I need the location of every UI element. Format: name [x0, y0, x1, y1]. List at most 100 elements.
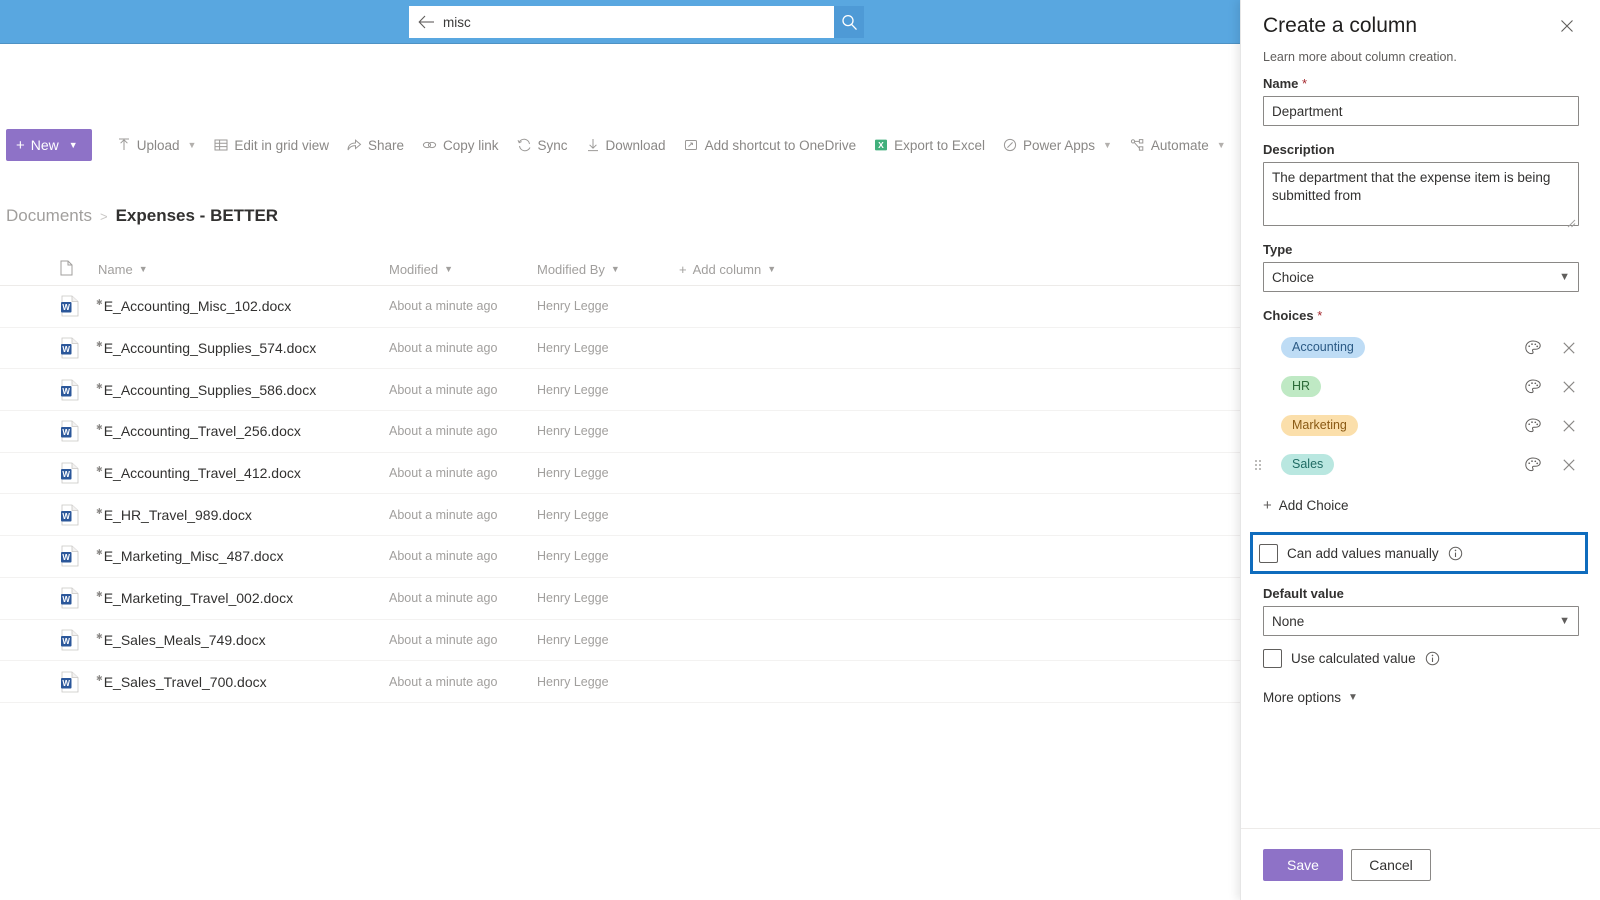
table-row[interactable]: W ✱ E_Accounting_Travel_412.docx About a m…: [0, 453, 1240, 495]
info-icon[interactable]: [1425, 651, 1440, 666]
choice-pill[interactable]: HR: [1281, 375, 1322, 398]
add-column-button[interactable]: + Add column ▼: [679, 262, 776, 277]
can-add-values-manually-checkbox[interactable]: [1259, 543, 1278, 563]
cmd-export-to-excel[interactable]: X Export to Excel: [865, 129, 994, 161]
file-name-text: E_Marketing_Misc_487.docx: [103, 548, 284, 565]
table-row[interactable]: W ✱ E_Accounting_Supplies_586.docx About a…: [0, 369, 1240, 412]
cancel-button[interactable]: Cancel: [1351, 848, 1431, 881]
file-name-link[interactable]: ✱ E_Accounting_Travel_256.docx: [96, 423, 301, 439]
resize-grip-icon[interactable]: [1567, 215, 1576, 228]
cmd-add-shortcut-to-onedrive[interactable]: Add shortcut to OneDrive: [675, 129, 866, 161]
palette-icon[interactable]: [1523, 338, 1543, 358]
cmd-share-label: Share: [367, 137, 404, 153]
cmd-copy-link[interactable]: Copy link: [413, 129, 508, 161]
file-modified: About a minute ago: [389, 382, 498, 397]
file-name-link[interactable]: ✱ E_Accounting_Supplies_586.docx: [96, 382, 316, 398]
description-label: Description: [1263, 142, 1335, 157]
palette-icon[interactable]: [1523, 416, 1543, 436]
remove-choice-icon[interactable]: [1559, 338, 1579, 358]
chevron-down-icon: ▼: [610, 264, 620, 274]
breadcrumb-current[interactable]: Expenses - BETTER: [116, 206, 279, 226]
save-button[interactable]: Save: [1263, 848, 1343, 881]
file-modified-by[interactable]: Henry Legge: [537, 424, 609, 438]
table-row[interactable]: W ✱ E_Marketing_Misc_487.docx About a minu…: [0, 536, 1240, 578]
cmd-power-apps[interactable]: Power Apps ▼: [994, 129, 1121, 161]
palette-icon[interactable]: [1523, 455, 1543, 475]
use-calculated-value-row[interactable]: Use calculated value: [1241, 644, 1600, 672]
use-calculated-value-checkbox[interactable]: [1263, 648, 1282, 668]
table-row[interactable]: W ✱ E_HR_Travel_989.docx About a minute ag…: [0, 494, 1240, 537]
word-file-icon: W: [60, 545, 80, 567]
file-name-link[interactable]: ✱ E_Sales_Travel_700.docx: [96, 674, 267, 690]
choice-pill[interactable]: Marketing: [1281, 414, 1358, 437]
file-name-link[interactable]: ✱ E_Accounting_Travel_412.docx: [96, 465, 301, 481]
breadcrumb-root[interactable]: Documents: [6, 206, 92, 226]
table-row[interactable]: W ✱ E_Accounting_Travel_256.docx About a m…: [0, 411, 1240, 453]
search-input[interactable]: misc: [443, 15, 834, 30]
palette-icon[interactable]: [1523, 377, 1543, 397]
cmd-upload[interactable]: Upload ▼: [108, 129, 206, 161]
table-row[interactable]: W ✱ E_Accounting_Supplies_574.docx About a…: [0, 328, 1240, 370]
can-add-values-manually-row[interactable]: Can add values manually: [1259, 540, 1579, 566]
file-name-link[interactable]: ✱ E_Sales_Meals_749.docx: [96, 632, 266, 648]
file-modified-by[interactable]: Henry Legge: [537, 591, 609, 605]
column-header-name-label: Name: [98, 261, 133, 277]
file-name-link[interactable]: ✱ E_Marketing_Travel_002.docx: [96, 590, 293, 606]
search-button[interactable]: [834, 6, 864, 38]
new-button[interactable]: + New ▼: [6, 129, 92, 161]
svg-text:W: W: [62, 387, 70, 396]
cmd-automate[interactable]: Automate ▼: [1121, 129, 1235, 161]
add-choice-button[interactable]: + Add Choice: [1241, 492, 1600, 518]
file-modified-by[interactable]: Henry Legge: [537, 633, 609, 647]
upload-icon: [117, 138, 131, 152]
cmd-edit-in-grid-view[interactable]: Edit in grid view: [205, 129, 338, 161]
column-header-name[interactable]: Name ▼: [98, 262, 148, 277]
remove-choice-icon[interactable]: [1559, 416, 1579, 436]
file-modified-by[interactable]: Henry Legge: [537, 299, 609, 313]
file-name-link[interactable]: ✱ E_HR_Travel_989.docx: [96, 507, 252, 523]
table-row[interactable]: W ✱ E_Sales_Travel_700.docx About a minute…: [0, 661, 1240, 703]
file-modified-by[interactable]: Henry Legge: [537, 675, 609, 689]
description-input[interactable]: The department that the expense item is …: [1263, 162, 1579, 228]
panel-subtitle-link[interactable]: Learn more about column creation.: [1263, 50, 1457, 64]
file-modified-by[interactable]: Henry Legge: [537, 549, 609, 563]
panel-title: Create a column: [1263, 14, 1418, 37]
file-modified-by[interactable]: Henry Legge: [537, 383, 609, 397]
cmd-sync[interactable]: Sync: [508, 129, 577, 161]
cmd-download[interactable]: Download: [577, 129, 675, 161]
svg-text:W: W: [62, 637, 70, 646]
file-modified-by[interactable]: Henry Legge: [537, 466, 609, 480]
remove-choice-icon[interactable]: [1559, 455, 1579, 475]
type-select[interactable]: Choice ▼: [1263, 262, 1579, 292]
column-header-modified-by[interactable]: Modified By ▼: [537, 262, 620, 277]
column-header-modified[interactable]: Modified ▼: [389, 262, 453, 277]
close-icon[interactable]: [1553, 12, 1581, 40]
choice-pill-wrap: Accounting: [1267, 336, 1523, 359]
file-name-link[interactable]: ✱ E_Marketing_Misc_487.docx: [96, 548, 283, 564]
remove-choice-icon[interactable]: [1559, 377, 1579, 397]
file-modified-by[interactable]: Henry Legge: [537, 341, 609, 355]
choice-actions: [1523, 338, 1579, 358]
drag-handle-icon[interactable]: [1251, 458, 1265, 472]
can-add-values-manually-highlight: Can add values manually: [1250, 532, 1588, 574]
search-box[interactable]: misc: [409, 6, 834, 38]
file-name-link[interactable]: ✱ E_Accounting_Misc_102.docx: [96, 298, 291, 314]
table-row[interactable]: W ✱ E_Marketing_Travel_002.docx About a mi…: [0, 578, 1240, 620]
new-indicator-icon: ✱: [96, 506, 103, 516]
table-row[interactable]: W ✱ E_Accounting_Misc_102.docx About a min…: [0, 286, 1240, 328]
info-icon[interactable]: [1448, 546, 1463, 561]
name-label-text: Name: [1263, 76, 1299, 91]
file-name-link[interactable]: ✱ E_Accounting_Supplies_574.docx: [96, 340, 316, 356]
default-value-select[interactable]: None ▼: [1263, 606, 1579, 636]
document-type-icon: [60, 260, 73, 279]
band-divider: [0, 43, 1240, 44]
choice-pill[interactable]: Sales: [1281, 453, 1335, 476]
name-input[interactable]: Department: [1263, 96, 1579, 126]
file-modified-by[interactable]: Henry Legge: [537, 508, 609, 522]
back-arrow-icon[interactable]: [409, 15, 443, 29]
more-options-button[interactable]: More options ▼: [1241, 690, 1600, 705]
cmd-share[interactable]: Share: [338, 129, 413, 161]
table-row[interactable]: W ✱ E_Sales_Meals_749.docx About a minute …: [0, 620, 1240, 662]
choice-pill[interactable]: Accounting: [1281, 336, 1365, 359]
